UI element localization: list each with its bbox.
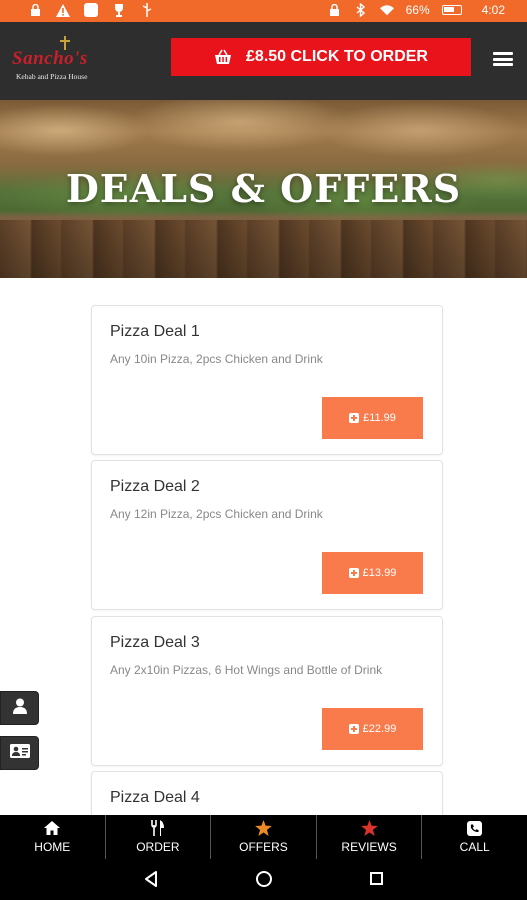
menu-icon[interactable] bbox=[493, 52, 513, 66]
star-icon bbox=[254, 820, 272, 836]
account-button[interactable] bbox=[0, 691, 39, 725]
home-circle-icon[interactable] bbox=[256, 871, 272, 887]
app-icon bbox=[84, 3, 98, 17]
battery-percent: 66% bbox=[405, 3, 430, 17]
deal-title: Pizza Deal 1 bbox=[110, 323, 200, 340]
deal-title: Pizza Deal 2 bbox=[110, 478, 200, 495]
nav-call-label: CALL bbox=[459, 840, 490, 854]
nav-home[interactable]: HOME bbox=[0, 815, 106, 859]
logo[interactable]: Sancho's Kebab and Pizza House bbox=[12, 36, 106, 88]
deal-card: Pizza Deal 3 Any 2x10in Pizzas, 6 Hot Wi… bbox=[91, 616, 443, 766]
warning-icon bbox=[56, 3, 70, 17]
clock: 4:02 bbox=[481, 3, 505, 17]
system-navigation-bar bbox=[0, 859, 527, 900]
page-title: DEALS & OFFERS bbox=[65, 166, 462, 211]
deal-card: Pizza Deal 2 Any 12in Pizza, 2pcs Chicke… bbox=[91, 460, 443, 610]
status-bar: 66% 4:02 bbox=[0, 0, 527, 22]
logo-name: Sancho's bbox=[12, 48, 88, 69]
contact-button[interactable] bbox=[0, 736, 39, 770]
contact-card-icon bbox=[9, 743, 30, 763]
logo-tagline: Kebab and Pizza House bbox=[16, 72, 88, 81]
basket-icon bbox=[214, 49, 232, 65]
order-button-label: £8.50 CLICK TO ORDER bbox=[246, 48, 428, 65]
status-right-icons: 66% 4:02 bbox=[328, 3, 505, 17]
home-icon bbox=[43, 820, 61, 836]
hero-banner: DEALS & OFFERS bbox=[0, 100, 527, 278]
deal-title: Pizza Deal 4 bbox=[110, 789, 200, 806]
nav-reviews[interactable]: REVIEWS bbox=[317, 815, 423, 859]
deal-description: Any 10in Pizza, 2pcs Chicken and Drink bbox=[110, 352, 323, 366]
trophy-icon bbox=[112, 3, 126, 17]
deal-price: £22.99 bbox=[362, 723, 397, 735]
nav-order[interactable]: ORDER bbox=[106, 815, 212, 859]
usb-icon bbox=[140, 3, 154, 17]
add-deal-button[interactable]: £22.99 bbox=[322, 708, 423, 750]
nav-order-label: ORDER bbox=[136, 840, 180, 854]
deal-price: £11.99 bbox=[363, 412, 396, 424]
battery-icon bbox=[441, 5, 462, 15]
nav-offers[interactable]: OFFERS bbox=[211, 815, 317, 859]
plus-square-icon bbox=[348, 568, 359, 578]
deal-title: Pizza Deal 3 bbox=[110, 634, 200, 651]
phone-icon bbox=[466, 820, 484, 836]
plus-square-icon bbox=[348, 724, 359, 734]
recent-apps-icon[interactable] bbox=[370, 872, 383, 885]
deal-price: £13.99 bbox=[362, 567, 397, 579]
cutlery-icon bbox=[149, 820, 167, 836]
lock-icon bbox=[28, 3, 42, 17]
click-to-order-button[interactable]: £8.50 CLICK TO ORDER bbox=[171, 38, 471, 76]
nav-home-label: HOME bbox=[34, 840, 71, 854]
bottom-navigation: HOME ORDER OFFERS REVIEWS CALL bbox=[0, 815, 527, 859]
deal-description: Any 12in Pizza, 2pcs Chicken and Drink bbox=[110, 507, 323, 521]
nav-call[interactable]: CALL bbox=[422, 815, 527, 859]
plus-square-icon bbox=[349, 413, 360, 423]
user-icon bbox=[12, 698, 27, 719]
add-deal-button[interactable]: £13.99 bbox=[322, 552, 423, 594]
app-header: Sancho's Kebab and Pizza House £8.50 CLI… bbox=[0, 22, 527, 100]
wifi-icon bbox=[379, 3, 394, 17]
deal-card: Pizza Deal 1 Any 10in Pizza, 2pcs Chicke… bbox=[91, 305, 443, 455]
deal-description: Any 2x10in Pizzas, 6 Hot Wings and Bottl… bbox=[110, 663, 383, 677]
lock-icon bbox=[328, 3, 342, 17]
bluetooth-icon bbox=[354, 3, 368, 17]
hero-wood-floor bbox=[0, 220, 527, 278]
status-left-icons bbox=[28, 3, 154, 17]
nav-offers-label: OFFERS bbox=[239, 840, 288, 854]
back-icon[interactable] bbox=[144, 871, 158, 892]
star-icon bbox=[360, 820, 378, 836]
nav-reviews-label: REVIEWS bbox=[341, 840, 397, 854]
add-deal-button[interactable]: £11.99 bbox=[322, 397, 423, 439]
